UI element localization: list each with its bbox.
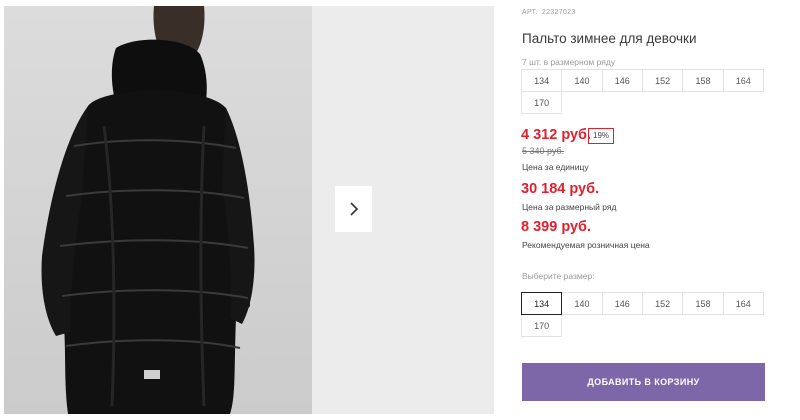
article-label: Арт.	[522, 9, 538, 16]
gallery-next-button[interactable]	[335, 186, 372, 232]
size-option[interactable]: 146	[601, 292, 643, 315]
discount-badge: 19%	[588, 128, 615, 144]
size-option-selected[interactable]: 134	[521, 292, 563, 315]
size-row-cell: 170	[521, 91, 563, 114]
gallery-next-area	[312, 6, 494, 414]
size-row-label: 7 шт. в размерном ряду	[522, 57, 616, 67]
product-title: Пальто зимнее для девочки	[522, 31, 697, 46]
product-info: Арт. 22327023 Пальто зимнее для девочки …	[521, 0, 791, 420]
size-row-cell: 158	[682, 69, 724, 92]
product-gallery	[0, 0, 494, 420]
choose-size-label: Выберите размер:	[522, 271, 595, 281]
article-value: 22327023	[541, 9, 576, 16]
size-row-cell: 146	[601, 69, 643, 92]
size-option[interactable]: 158	[682, 292, 724, 315]
product-photo	[4, 6, 312, 414]
size-row-cell: 134	[521, 69, 563, 92]
size-option[interactable]: 140	[561, 292, 603, 315]
size-row-cell: 164	[722, 69, 764, 92]
size-row-grid: 134 140 146 152 158 164 170	[521, 69, 769, 114]
row-price: 30 184 руб.	[521, 181, 600, 197]
old-price: 5 340 руб.	[522, 146, 565, 156]
size-picker: 134 140 146 152 158 164 170	[521, 292, 769, 337]
size-row-cell: 152	[641, 69, 684, 92]
article-number: Арт. 22327023	[522, 9, 575, 16]
unit-price-caption: Цена за единицу	[522, 162, 589, 172]
chevron-right-icon	[349, 202, 358, 216]
retail-price: 8 399 руб.	[521, 219, 592, 235]
size-option[interactable]: 170	[521, 314, 563, 337]
size-option[interactable]: 164	[722, 292, 764, 315]
size-row-cell: 140	[561, 69, 603, 92]
add-to-cart-button[interactable]: ДОБАВИТЬ В КОРЗИНУ	[522, 363, 765, 401]
size-option[interactable]: 152	[641, 292, 684, 315]
retail-price-caption: Рекомендуемая розничная цена	[522, 240, 650, 250]
unit-price: 4 312 руб.	[521, 127, 592, 143]
row-price-caption: Цена за размерный ряд	[522, 202, 617, 212]
coat-photo-illustration	[41, 6, 255, 414]
